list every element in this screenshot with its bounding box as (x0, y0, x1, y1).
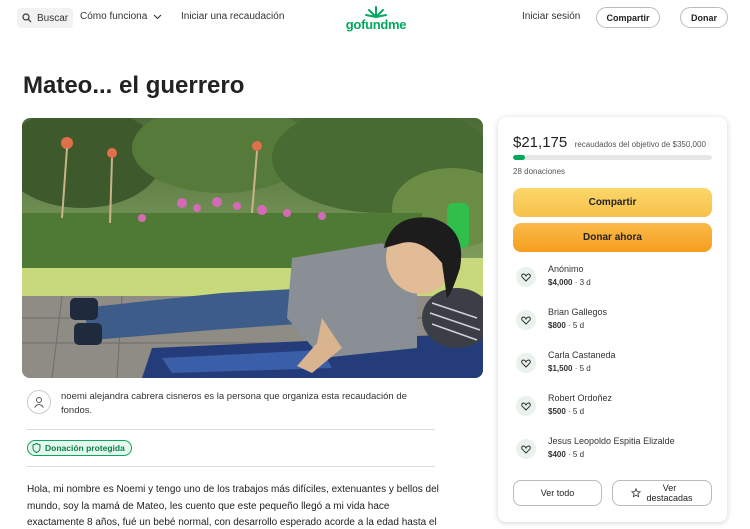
login-link[interactable]: Iniciar sesión (522, 11, 580, 22)
see-top-label-line1: Ver (662, 483, 677, 493)
how-it-works-menu[interactable]: Cómo funciona (80, 11, 162, 22)
goal-text: recaudados del objetivo de $350,000 (574, 140, 706, 149)
how-it-works-label: Cómo funciona (80, 11, 148, 22)
donor-meta: $500 · 5 d (548, 407, 585, 416)
progress-bar (513, 155, 712, 160)
gofundme-logo[interactable]: gofundme (340, 4, 412, 32)
search-label: Buscar (37, 12, 69, 24)
search-icon (22, 13, 32, 23)
donate-now-button[interactable]: Donar ahora (513, 223, 712, 252)
user-icon (34, 397, 44, 408)
donor-when: 5 d (572, 321, 585, 330)
search-button[interactable]: Buscar (17, 8, 73, 28)
donor-amount: $500 (548, 407, 566, 416)
donor-item: Anónimo $4,000 · 3 d (516, 264, 591, 287)
shield-icon (32, 443, 41, 453)
donation-card: $21,175 recaudados del objetivo de $350,… (498, 117, 727, 522)
campaign-title: Mateo... el guerrero (23, 72, 245, 99)
heart-hands-icon (516, 267, 536, 287)
donor-when: 3 d (579, 278, 591, 287)
donor-when: 5 d (572, 407, 585, 416)
donor-name: Anónimo (548, 264, 584, 274)
organizer-text: noemi alejandra cabrera cisneros es la p… (61, 391, 407, 416)
protected-donation-badge[interactable]: Donación protegida (27, 440, 132, 456)
star-icon (631, 488, 642, 498)
divider (27, 429, 435, 430)
start-fundraiser-link[interactable]: Iniciar una recaudación (181, 11, 284, 22)
campaign-photo[interactable] (22, 118, 483, 378)
organizer-row: noemi alejandra cabrera cisneros es la p… (27, 390, 437, 418)
donor-amount: $1,500 (548, 364, 573, 373)
donor-item: Robert Ordoñez $500 · 5 d (516, 393, 612, 416)
campaign-photo-illustration (22, 118, 483, 378)
donor-name: Jesus Leopoldo Espitia Elizalde (548, 436, 675, 446)
see-top-label: Ver destacadas (646, 483, 692, 503)
donations-count: 28 donaciones (513, 167, 566, 176)
organizer-avatar[interactable] (27, 390, 51, 414)
progress-bar-fill (513, 155, 526, 160)
donor-item: Carla Castaneda $1,500 · 5 d (516, 350, 616, 373)
see-top-label-line2: destacadas (646, 493, 693, 503)
heart-hands-icon (516, 396, 536, 416)
share-button[interactable]: Compartir (513, 188, 712, 217)
divider (27, 466, 435, 467)
donor-item: Brian Gallegos $800 · 5 d (516, 307, 607, 330)
heart-hands-icon (516, 353, 536, 373)
see-all-button[interactable]: Ver todo (513, 480, 602, 506)
donor-meta: $400 · 5 d (548, 450, 585, 459)
heart-hands-icon (516, 310, 536, 330)
donor-name: Carla Castaneda (548, 350, 616, 360)
raised-amount: $21,175 (513, 134, 568, 151)
see-top-button[interactable]: Ver destacadas (612, 480, 712, 506)
donor-when: 5 d (579, 364, 591, 373)
donor-meta: $800 · 5 d (548, 321, 585, 330)
donor-item: Jesus Leopoldo Espitia Elizalde $400 · 5… (516, 436, 675, 459)
donor-name: Robert Ordoñez (548, 393, 613, 403)
header-donate-button[interactable]: Donar (680, 7, 728, 28)
chevron-down-icon (153, 14, 162, 19)
donor-amount: $400 (548, 450, 566, 459)
donor-meta: $4,000 · 3 d (548, 278, 591, 287)
donor-when: 5 d (572, 450, 585, 459)
top-header: Buscar Cómo funciona Iniciar una recauda… (0, 0, 750, 40)
donor-name: Brian Gallegos (548, 307, 608, 317)
raised-summary: $21,175 recaudados del objetivo de $350,… (513, 134, 706, 152)
heart-hands-icon (516, 439, 536, 459)
campaign-story: Hola, mi nombre es Noemi y tengo uno de … (27, 484, 439, 528)
donor-amount: $4,000 (548, 278, 573, 287)
protected-donation-label: Donación protegida (45, 443, 125, 453)
logo-text: gofundme (345, 17, 407, 32)
donor-amount: $800 (548, 321, 566, 330)
header-share-button[interactable]: Compartir (596, 7, 660, 28)
donor-meta: $1,500 · 5 d (548, 364, 591, 373)
